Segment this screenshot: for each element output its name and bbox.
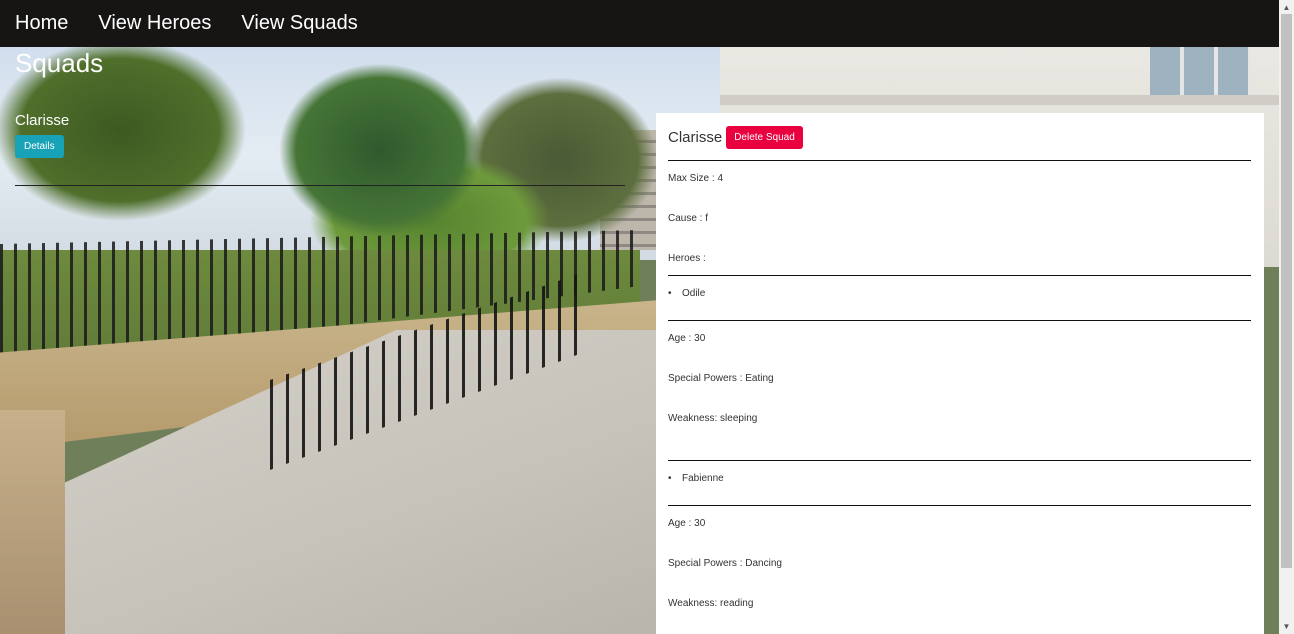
page-scrollbar[interactable]: ▲ ▼ [1279,0,1294,634]
nav-view-heroes-link[interactable]: View Heroes [98,12,211,35]
hero-age-text: Age : 30 [668,333,706,344]
top-navbar: Home View Heroes View Squads [0,0,1279,47]
hero-age-text: Age : 30 [668,518,706,529]
divider [668,320,1251,321]
scrollbar-thumb[interactable] [1281,14,1292,568]
hero-list-item: Fabienne [668,473,1251,484]
squad-name: Clarisse [15,112,70,129]
scroll-down-arrow-icon[interactable]: ▼ [1279,619,1294,634]
squad-list-item: Clarisse Details [15,112,69,158]
nav-home-link[interactable]: Home [15,12,68,35]
squad-detail-title: Clarisse [668,129,723,146]
divider [668,275,1251,276]
divider [668,505,1251,506]
scroll-up-arrow-icon[interactable]: ▲ [1279,0,1294,15]
heroes-label: Heroes : [668,253,706,264]
squad-detail-panel: Clarisse Delete Squad Max Size : 4 Cause… [656,113,1264,634]
delete-squad-button[interactable]: Delete Squad [726,126,803,149]
page-title: Squads [15,48,104,78]
divider [15,185,625,186]
cause-text: Cause : f [668,213,709,224]
details-button[interactable]: Details [15,135,64,158]
divider [668,460,1251,461]
nav-view-squads-link[interactable]: View Squads [241,12,357,35]
hero-weakness-text: Weakness: sleeping [668,413,758,424]
hero-powers-text: Special Powers : Dancing [668,558,782,569]
max-size-text: Max Size : 4 [668,173,724,184]
hero-powers-text: Special Powers : Eating [668,373,774,384]
hero-weakness-text: Weakness: reading [668,598,754,609]
squad-detail-header: Clarisse Delete Squad [668,125,1251,150]
hero-list-item: Odile [668,288,1251,299]
divider [668,160,1251,161]
